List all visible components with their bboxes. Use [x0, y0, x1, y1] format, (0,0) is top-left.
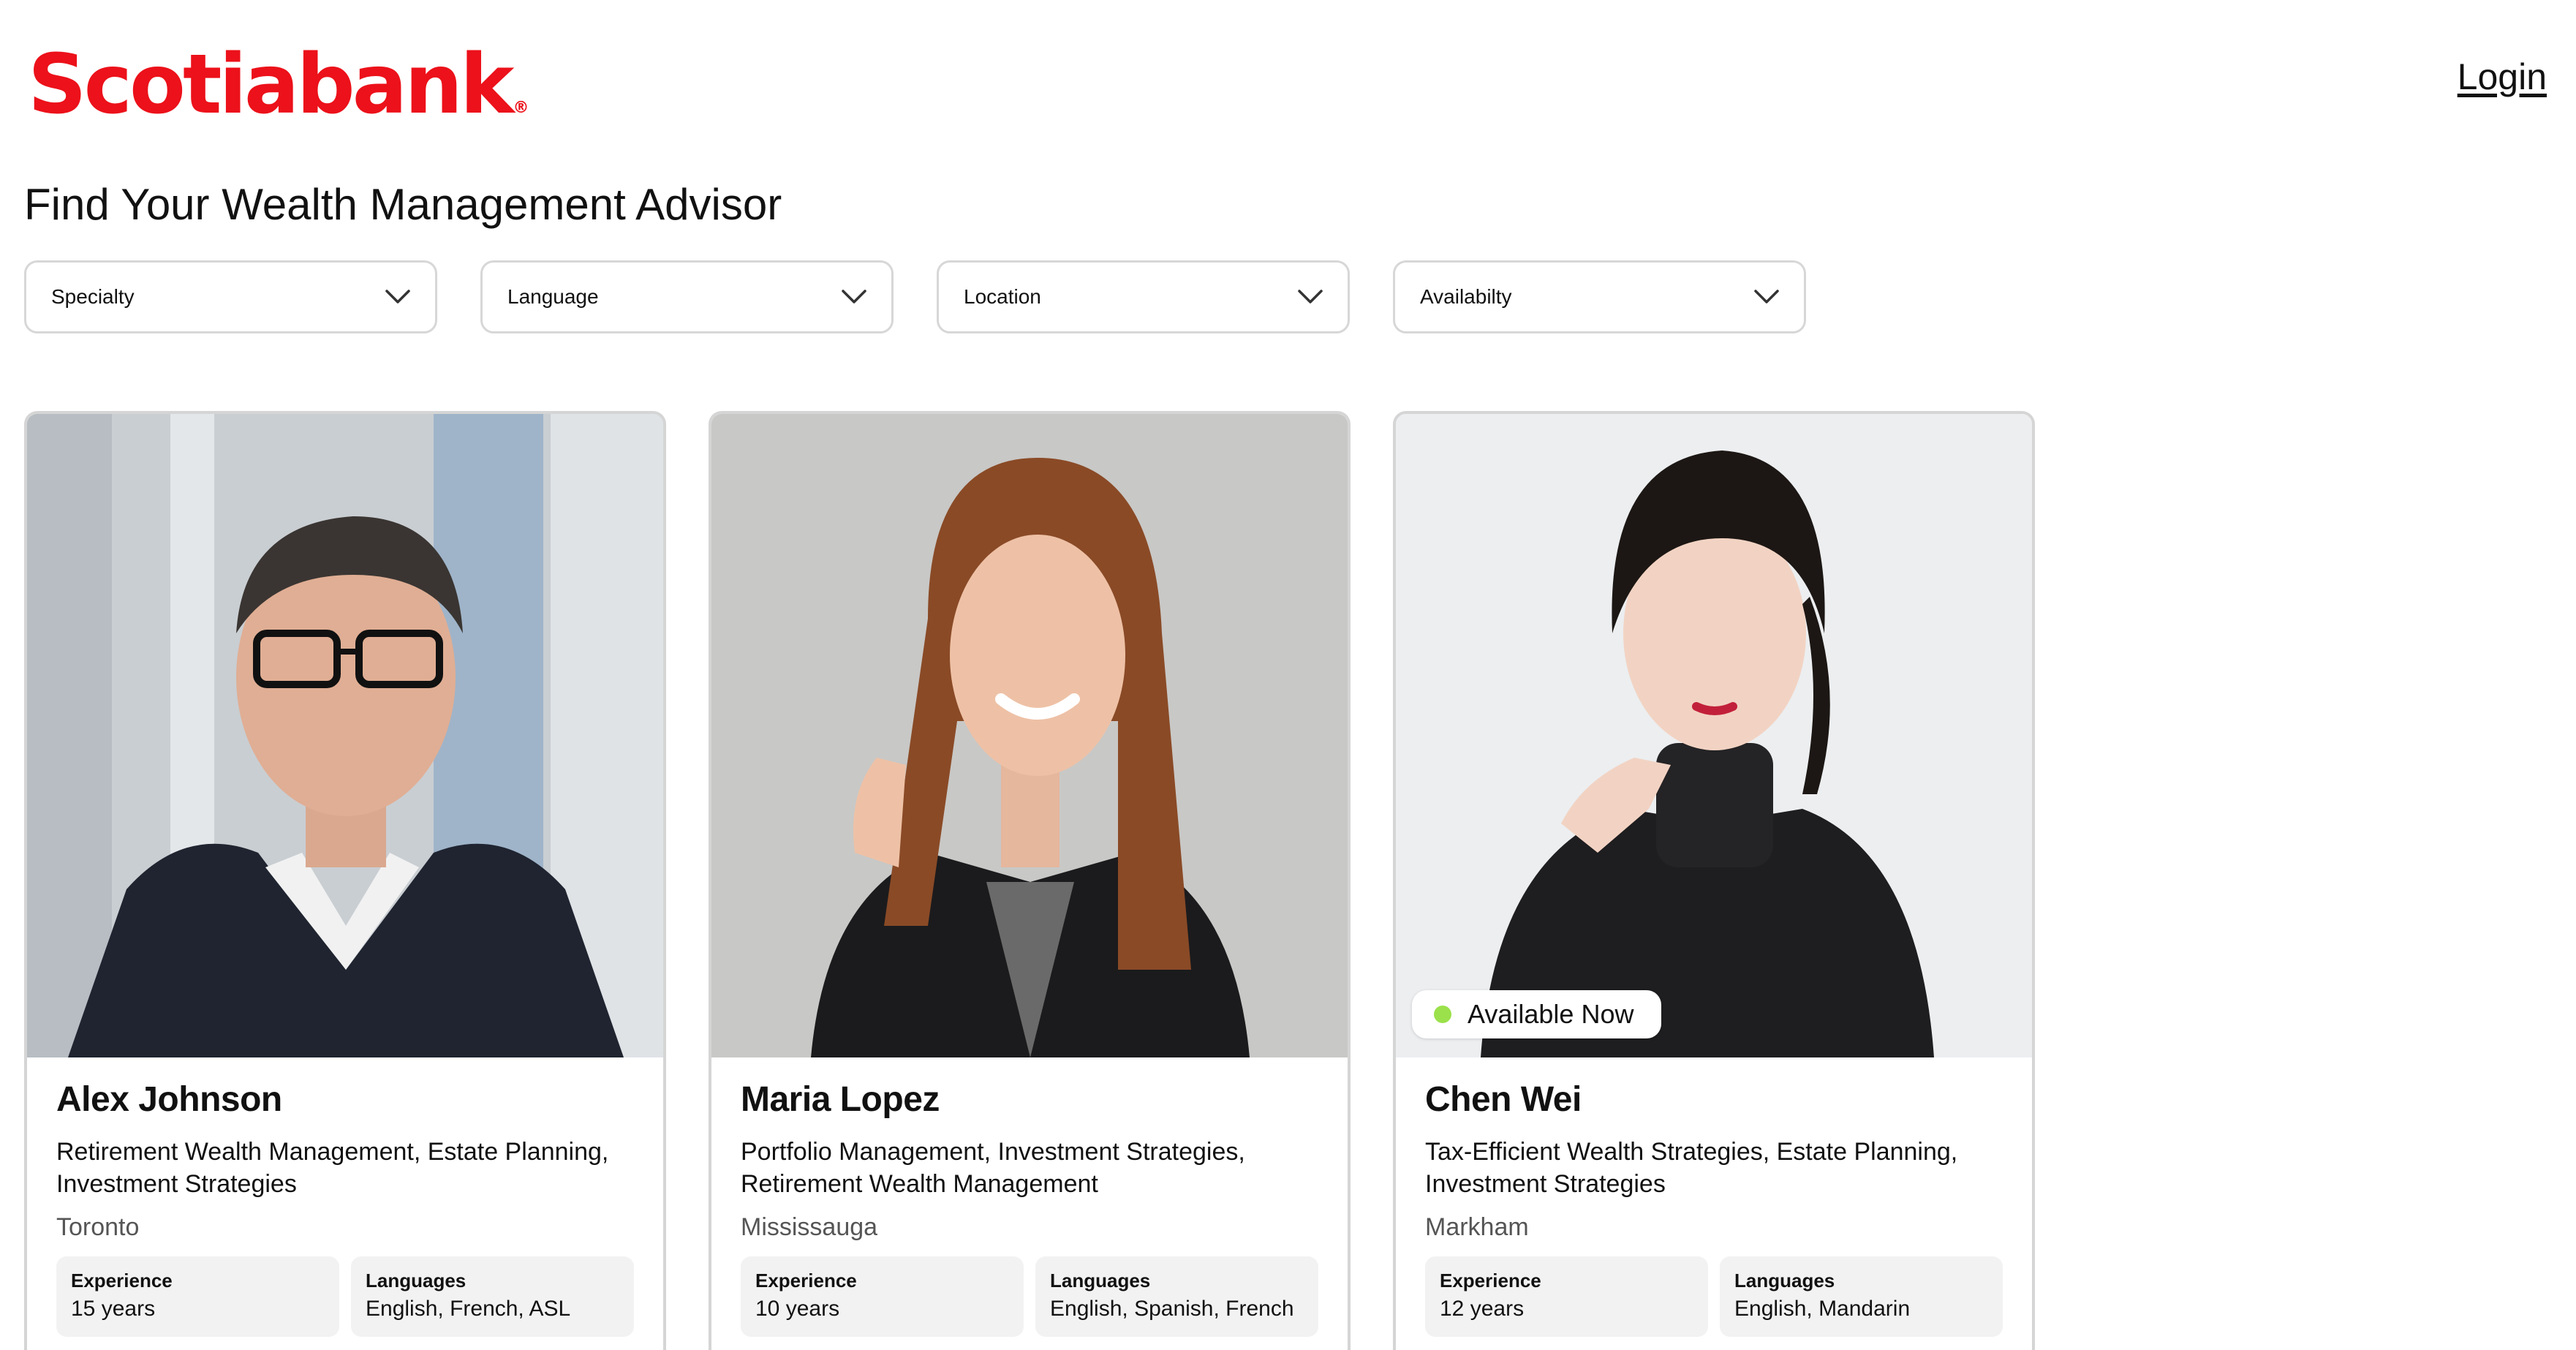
- language-filter-dropdown[interactable]: Language: [480, 260, 894, 333]
- login-link[interactable]: Login: [2458, 56, 2547, 98]
- advisor-location: Mississauga: [741, 1213, 878, 1241]
- advisor-info: Chen Wei Tax-Efficient Wealth Strategies…: [1396, 1057, 2032, 1337]
- experience-label: Experience: [71, 1270, 173, 1291]
- advisor-location: Markham: [1425, 1213, 1529, 1241]
- advisor-card[interactable]: Available Now Chen Wei Tax-Efficient Wea…: [1393, 411, 2035, 1350]
- experience-label: Experience: [1440, 1270, 1541, 1291]
- experience-stat: Experience 10 years: [741, 1256, 1024, 1337]
- languages-label: Languages: [366, 1270, 467, 1291]
- logo-registered-mark: ®: [513, 99, 529, 117]
- languages-value: English, Spanish, French: [1050, 1297, 1294, 1321]
- experience-label: Experience: [755, 1270, 857, 1291]
- experience-value: 15 years: [71, 1297, 156, 1321]
- languages-stat: Languages English, French, ASL: [351, 1256, 634, 1337]
- advisor-name: Chen Wei: [1425, 1080, 1582, 1119]
- experience-stat: Experience 12 years: [1425, 1256, 1708, 1337]
- page-title: Find Your Wealth Management Advisor: [24, 180, 782, 229]
- chevron-down-icon: [1754, 290, 1779, 303]
- advisor-stats: Experience 10 years Languages English, S…: [741, 1256, 1318, 1337]
- advisor-stats: Experience 12 years Languages English, M…: [1425, 1256, 2003, 1337]
- status-dot-icon: [1434, 1006, 1451, 1023]
- filter-label: Availabilty: [1420, 285, 1512, 308]
- languages-value: English, Mandarin: [1734, 1297, 1911, 1321]
- languages-stat: Languages English, Mandarin: [1720, 1256, 2003, 1337]
- filter-label: Location: [964, 285, 1041, 308]
- logo-text: Scotiabank: [28, 37, 514, 132]
- advisor-name: Maria Lopez: [741, 1080, 940, 1119]
- advisor-specialties: Portfolio Management, Investment Strateg…: [741, 1138, 1245, 1198]
- availability-filter-dropdown[interactable]: Availabilty: [1393, 260, 1806, 333]
- advisor-specialties: Tax-Efficient Wealth Strategies, Estate …: [1425, 1138, 1958, 1198]
- advisor-name: Alex Johnson: [56, 1080, 282, 1119]
- languages-value: English, French, ASL: [366, 1297, 571, 1321]
- advisor-card[interactable]: Alex Johnson Retirement Wealth Managemen…: [24, 411, 666, 1350]
- page: Scotiabank® Login Find Your Wealth Manag…: [0, 0, 2576, 1350]
- experience-value: 10 years: [755, 1297, 840, 1321]
- filter-bar: Specialty Language Location Availabilty: [24, 260, 1806, 333]
- advisor-location: Toronto: [56, 1213, 140, 1241]
- advisor-photo: [27, 414, 663, 1057]
- filter-label: Specialty: [51, 285, 135, 308]
- availability-badge: Available Now: [1412, 990, 1662, 1038]
- advisor-info: Maria Lopez Portfolio Management, Invest…: [711, 1057, 1348, 1337]
- advisor-card-list: Alex Johnson Retirement Wealth Managemen…: [24, 411, 2035, 1350]
- experience-stat: Experience 15 years: [56, 1256, 339, 1337]
- languages-stat: Languages English, Spanish, French: [1035, 1256, 1318, 1337]
- advisor-photo: Available Now: [1396, 414, 2032, 1057]
- location-filter-dropdown[interactable]: Location: [937, 260, 1350, 333]
- experience-value: 12 years: [1440, 1297, 1525, 1321]
- specialty-filter-dropdown[interactable]: Specialty: [24, 260, 437, 333]
- languages-label: Languages: [1734, 1270, 1835, 1291]
- languages-label: Languages: [1050, 1270, 1151, 1291]
- filter-label: Language: [507, 285, 599, 308]
- advisor-stats: Experience 15 years Languages English, F…: [56, 1256, 634, 1337]
- chevron-down-icon: [842, 290, 866, 303]
- scotiabank-logo[interactable]: Scotiabank®: [28, 44, 529, 126]
- advisor-specialties: Retirement Wealth Management, Estate Pla…: [56, 1138, 609, 1198]
- advisor-photo: [711, 414, 1348, 1057]
- advisor-info: Alex Johnson Retirement Wealth Managemen…: [27, 1057, 663, 1337]
- advisor-card[interactable]: Maria Lopez Portfolio Management, Invest…: [709, 411, 1351, 1350]
- chevron-down-icon: [385, 290, 410, 303]
- availability-badge-text: Available Now: [1468, 999, 1634, 1029]
- chevron-down-icon: [1298, 290, 1323, 303]
